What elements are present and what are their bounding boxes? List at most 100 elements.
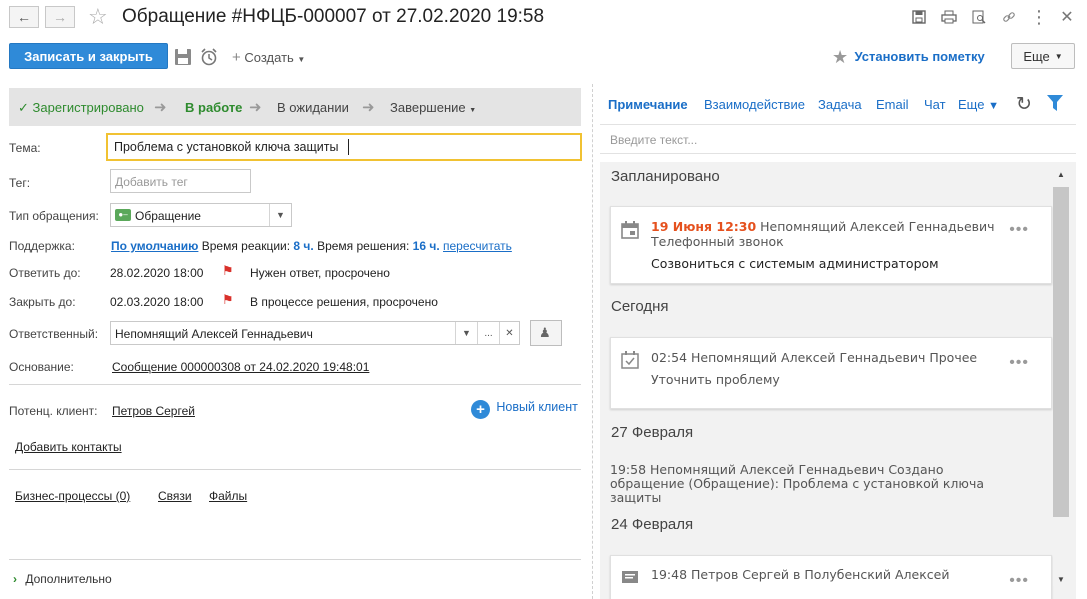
status-step-completion[interactable]: Завершение ▼ — [390, 100, 476, 115]
history-line: защиты — [610, 490, 662, 505]
create-menu[interactable]: + Создать ▼ — [232, 49, 305, 66]
filter-icon[interactable] — [1047, 95, 1063, 115]
status-step-registered[interactable]: ✓ Зарегистрировано — [18, 100, 144, 116]
user-icon: ♟ — [539, 325, 551, 340]
title-bar: ← → ☆ Обращение #НФЦБ-000007 от 27.02.20… — [0, 0, 1087, 36]
close-icon[interactable]: ✕ — [1058, 8, 1076, 26]
star-icon[interactable]: ☆ — [88, 4, 108, 30]
scroll-up-icon[interactable]: ▲ — [1057, 170, 1065, 179]
close-icon: ✕ — [505, 327, 514, 339]
activity-kind: Телефонный звонок — [651, 234, 784, 249]
page-title: Обращение #НФЦБ-000007 от 27.02.2020 19:… — [122, 6, 545, 27]
caret-down-icon: ▼ — [276, 210, 285, 220]
arrow-right-icon: → — [53, 9, 67, 25]
status-step-waiting[interactable]: В ожидании — [277, 100, 349, 115]
key-icon: ●– — [115, 209, 131, 221]
arrow-left-icon: ← — [17, 9, 31, 25]
activity-card[interactable]: 19:48 Петров Сергей в Полубенский Алексе… — [610, 555, 1052, 599]
note-input[interactable]: Введите текст... — [600, 124, 1076, 154]
more-actions-icon[interactable]: ••• — [1009, 572, 1029, 590]
close-by-status: В процессе решения, просрочено — [250, 295, 438, 309]
flag-icon: ⚑ — [222, 263, 234, 278]
dropdown-button[interactable]: ▼ — [269, 204, 291, 226]
close-by-date: 02.03.2020 18:00 — [110, 295, 204, 309]
back-button[interactable]: ← — [9, 6, 39, 28]
clear-button[interactable]: ✕ — [499, 322, 519, 344]
activity-card[interactable]: 19 Июня 12:30 Непомнящий Алексей Геннадь… — [610, 206, 1052, 284]
recalculate-link[interactable]: пересчитать — [443, 239, 512, 253]
refresh-icon[interactable]: ↻ — [1016, 93, 1032, 116]
star-icon: ★ — [832, 47, 849, 67]
calendar-icon — [621, 221, 639, 242]
group-header-planned: Запланировано — [611, 168, 720, 185]
tab-task[interactable]: Задача — [818, 97, 862, 112]
business-processes-link[interactable]: Бизнес-процессы (0) — [15, 489, 130, 503]
tab-interaction[interactable]: Взаимодействие — [704, 97, 805, 112]
files-link[interactable]: Файлы — [209, 489, 247, 503]
ellipsis-icon: ... — [484, 327, 493, 339]
tag-input[interactable]: Добавить тег — [110, 169, 251, 193]
menu-dots-icon[interactable]: ⋮ — [1030, 7, 1048, 27]
support-default-link[interactable]: По умолчанию — [111, 239, 198, 253]
additional-section-toggle[interactable]: › Дополнительно — [13, 572, 112, 586]
status-path: ✓ Зарегистрировано ➜ В работе ➜ В ожидан… — [9, 88, 581, 126]
history-line: обращение (Обращение): Проблема с устано… — [610, 476, 984, 491]
flag-icon: ⚑ — [222, 292, 234, 307]
tab-note[interactable]: Примечание — [608, 97, 688, 112]
print-icon[interactable] — [940, 8, 958, 26]
add-contacts-link[interactable]: Добавить контакты — [15, 440, 122, 454]
alarm-clock-icon[interactable] — [199, 47, 219, 70]
activity-card[interactable]: 02:54 Непомнящий Алексей Геннадьевич Про… — [610, 337, 1052, 409]
responsible-select[interactable]: Непомнящий Алексей Геннадьевич ▼ ... ✕ — [110, 321, 520, 345]
relations-link[interactable]: Связи — [158, 489, 192, 503]
subject-label: Тема: — [9, 141, 41, 155]
group-header-feb-24: 24 Февраля — [611, 516, 694, 533]
select-button[interactable]: ... — [477, 322, 499, 344]
preview-icon[interactable] — [970, 8, 988, 26]
group-header-feb-27: 27 Февраля — [611, 424, 694, 441]
more-actions-icon[interactable]: ••• — [1009, 221, 1029, 239]
divider — [9, 559, 581, 560]
form-pane: ✓ Зарегистрировано ➜ В работе ➜ В ожидан… — [0, 84, 592, 599]
status-step-in-work[interactable]: В работе — [185, 100, 242, 115]
pane-divider — [592, 84, 593, 599]
dropdown-button[interactable]: ▼ — [455, 322, 477, 344]
new-client-button[interactable]: + Новый клиент — [471, 400, 578, 419]
forward-button[interactable]: → — [45, 6, 75, 28]
chevron-right-icon: › — [13, 572, 17, 586]
tab-more[interactable]: Еще ▼ — [958, 97, 999, 112]
link-icon[interactable] — [1000, 8, 1018, 26]
activity-feed: Запланировано 19 Июня 12:30 Непомнящий А… — [600, 162, 1076, 599]
save-icon[interactable] — [910, 8, 928, 26]
caret-down-icon: ▼ — [469, 107, 477, 114]
divider — [9, 384, 581, 385]
reply-by-date: 28.02.2020 18:00 — [110, 266, 204, 280]
more-actions-icon[interactable]: ••• — [1009, 354, 1029, 372]
plus-circle-icon: + — [471, 400, 490, 419]
more-button[interactable]: Еще ▼ — [1011, 43, 1075, 69]
assign-user-button[interactable]: ♟ — [530, 320, 562, 346]
interaction-pane: Примечание Взаимодействие Задача Email Ч… — [600, 84, 1076, 599]
set-mark-button[interactable]: ★ Установить пометку — [832, 47, 985, 68]
save-icon[interactable] — [174, 48, 192, 69]
activity-text: Уточнить проблему — [651, 372, 780, 387]
caret-down-icon: ▼ — [462, 328, 471, 338]
scroll-down-icon[interactable]: ▼ — [1057, 575, 1065, 584]
arrow-right-icon: ➜ — [249, 99, 262, 116]
type-select[interactable]: ●– Обращение ▼ — [110, 203, 292, 227]
scrollbar-thumb[interactable] — [1053, 187, 1069, 517]
potential-client-link[interactable]: Петров Сергей — [112, 404, 195, 418]
reply-by-status: Нужен ответ, просрочено — [250, 266, 390, 280]
save-and-close-button[interactable]: Записать и закрыть — [9, 43, 168, 69]
support-line: По умолчанию Время реакции: 8 ч. Время р… — [111, 239, 512, 253]
potential-client-label: Потенц. клиент: — [9, 404, 98, 418]
tab-chat[interactable]: Чат — [924, 97, 946, 112]
subject-input[interactable]: Проблема с установкой ключа защиты — [106, 133, 582, 161]
calendar-check-icon — [621, 351, 639, 372]
basis-link[interactable]: Сообщение 000000308 от 24.02.2020 19:48:… — [112, 360, 369, 374]
activity-header: 19 Июня 12:30 Непомнящий Алексей Геннадь… — [651, 219, 995, 234]
tab-email[interactable]: Email — [876, 97, 909, 112]
divider — [9, 469, 581, 470]
activity-text: Созвониться с системым администратором — [651, 256, 939, 271]
command-bar: Записать и закрыть + Создать ▼ ★ Установ… — [0, 38, 1087, 76]
